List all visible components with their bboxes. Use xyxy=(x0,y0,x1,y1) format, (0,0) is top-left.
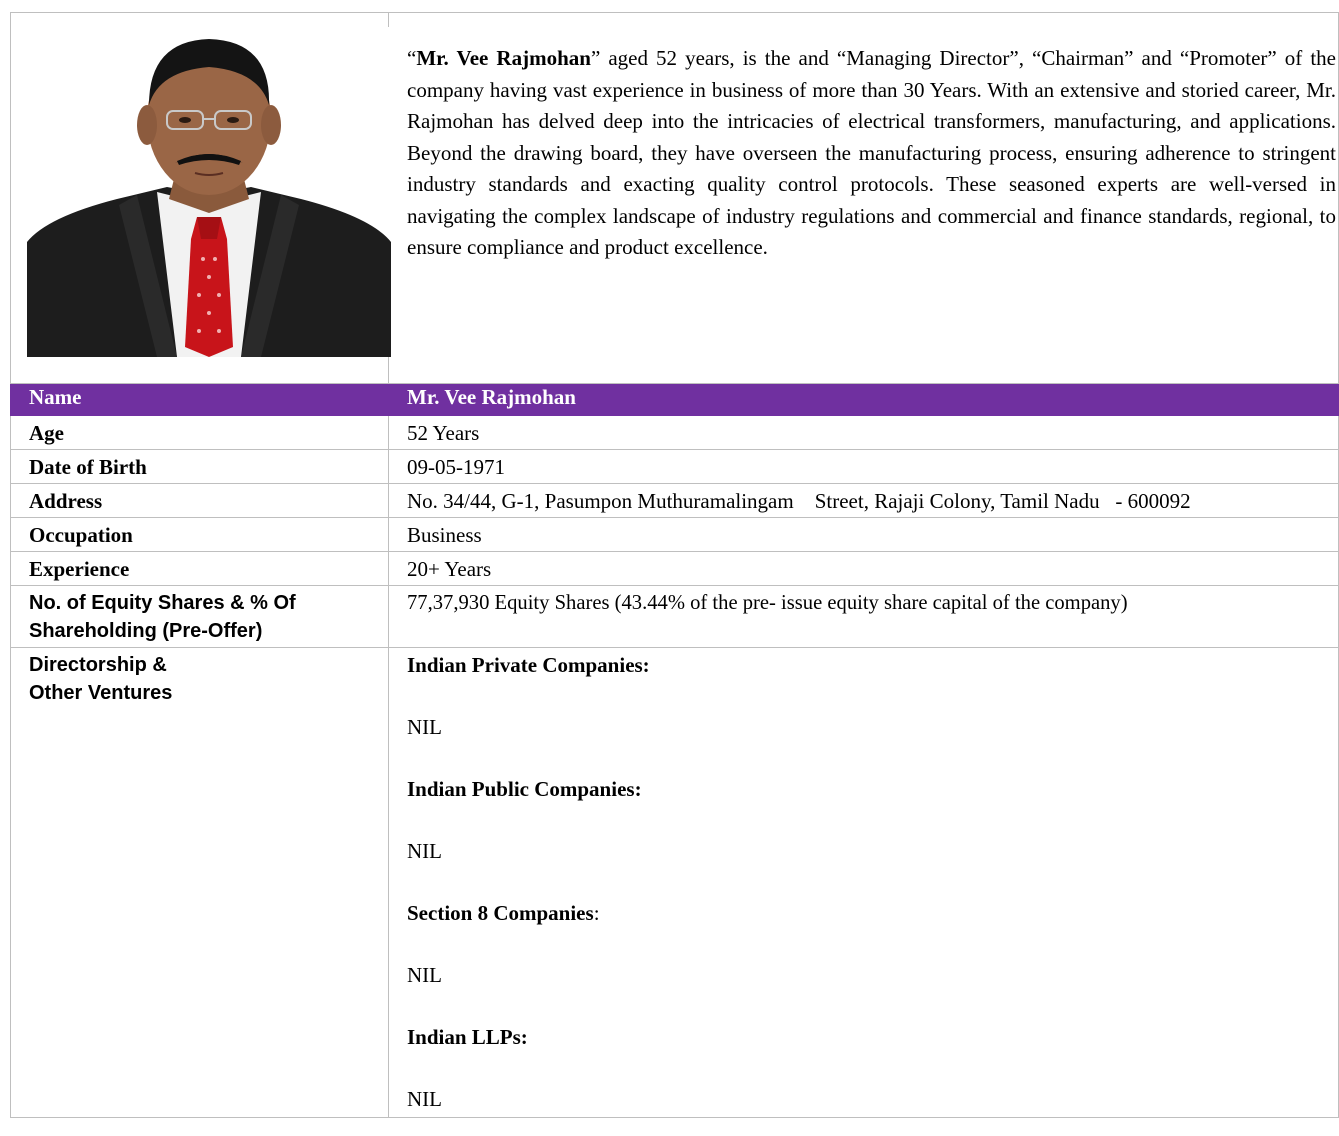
photo-cell xyxy=(10,12,391,384)
table-row-occupation: Occupation Business xyxy=(10,517,1339,552)
directorship-section-title: Indian LLPs: xyxy=(407,1025,528,1049)
bio-text: ” aged 52 years, is the and “Managing Di… xyxy=(407,46,1336,259)
table-row-address: Address No. 34/44, G-1, Pasumpon Muthura… xyxy=(10,483,1339,518)
row-value: 77,37,930 Equity Shares (43.44% of the p… xyxy=(388,585,1339,648)
directorship-section-heading: Section 8 Companies: xyxy=(407,899,1334,929)
row-value: 52 Years xyxy=(388,415,1339,450)
row-label: Directorship & Other Ventures xyxy=(10,647,389,1118)
row-value: No. 34/44, G-1, Pasumpon Muthuramalingam… xyxy=(388,483,1339,518)
directorship-section-value: NIL xyxy=(407,963,442,987)
directorship-section-title: Indian Private Companies: xyxy=(407,653,650,677)
row-label: No. of Equity Shares & % Of Shareholding… xyxy=(10,585,389,648)
directorship-section-value: NIL xyxy=(407,715,442,739)
table-row-equity-shares: No. of Equity Shares & % Of Shareholding… xyxy=(10,585,1339,648)
name-header-value: Mr. Vee Rajmohan xyxy=(388,383,1339,416)
row-value: 09-05-1971 xyxy=(388,449,1339,484)
row-label: Date of Birth xyxy=(10,449,389,484)
bio-cell: “Mr. Vee Rajmohan” aged 52 years, is the… xyxy=(388,12,1339,384)
directorship-section-colon: : xyxy=(593,901,600,925)
table-row-age: Age 52 Years xyxy=(10,415,1339,450)
row-label: Age xyxy=(10,415,389,450)
portrait-image xyxy=(27,27,391,357)
table-row-directorship: Directorship & Other Ventures Indian Pri… xyxy=(10,647,1339,1118)
row-label: Address xyxy=(10,483,389,518)
directorship-section-value: NIL xyxy=(407,1087,442,1111)
directorship-details: Indian Private Companies: NIL Indian Pub… xyxy=(388,647,1339,1118)
row-label: Occupation xyxy=(10,517,389,552)
directorship-section-title: Section 8 Companies xyxy=(407,901,594,925)
bio-name: Mr. Vee Rajmohan xyxy=(416,46,591,70)
name-header-row: Name Mr. Vee Rajmohan xyxy=(10,383,1339,416)
photo-bio-row: “Mr. Vee Rajmohan” aged 52 years, is the… xyxy=(10,12,1339,384)
row-value: Business xyxy=(388,517,1339,552)
bio-open-quote: “ xyxy=(407,46,417,70)
directorship-section-title: Indian Public Companies: xyxy=(407,777,642,801)
directorship-section-value: NIL xyxy=(407,839,442,863)
director-profile-page: “Mr. Vee Rajmohan” aged 52 years, is the… xyxy=(10,12,1339,1136)
portrait-photo xyxy=(27,27,391,357)
table-row-dob: Date of Birth 09-05-1971 xyxy=(10,449,1339,484)
row-value: 20+ Years xyxy=(388,551,1339,586)
row-label: Experience xyxy=(10,551,389,586)
table-row-experience: Experience 20+ Years xyxy=(10,551,1339,586)
profile-table: “Mr. Vee Rajmohan” aged 52 years, is the… xyxy=(10,12,1339,1118)
name-header-label: Name xyxy=(10,383,389,416)
bio-paragraph: “Mr. Vee Rajmohan” aged 52 years, is the… xyxy=(407,43,1338,264)
